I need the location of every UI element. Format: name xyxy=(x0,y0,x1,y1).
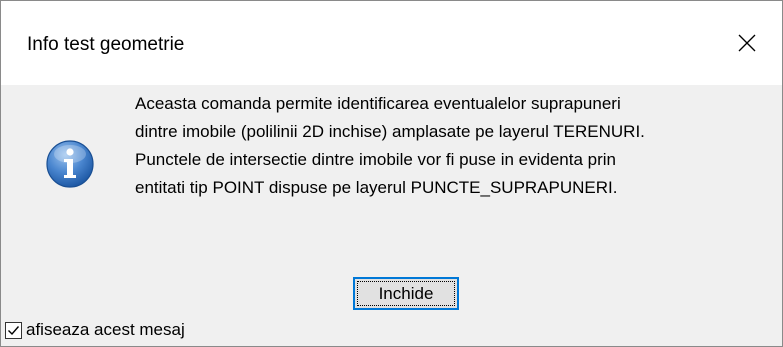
message-line: Aceasta comanda permite identificarea ev… xyxy=(135,94,621,113)
inchide-button-label: Inchide xyxy=(357,281,455,306)
close-icon xyxy=(738,34,756,52)
window-title: Info test geometrie xyxy=(27,34,185,55)
inchide-button[interactable]: Inchide xyxy=(353,277,459,310)
show-message-checkbox[interactable] xyxy=(5,321,22,339)
checkmark-icon xyxy=(8,325,20,335)
message-line: Punctele de intersectie dintre imobile v… xyxy=(135,150,616,169)
title-bar[interactable]: Info test geometrie xyxy=(1,1,782,85)
show-message-label: afiseaza acest mesaj xyxy=(26,320,185,339)
message-line: dintre imobile (polilinii 2D inchise) am… xyxy=(135,122,645,141)
show-message-checkbox-row[interactable]: afiseaza acest mesaj xyxy=(5,320,185,340)
information-icon xyxy=(45,139,95,189)
message-line: entitati tip POINT dispuse pe layerul PU… xyxy=(135,178,618,197)
dialog-window: Info test geometrie Aceasta comanda perm… xyxy=(0,0,783,347)
window-close-button[interactable] xyxy=(712,1,782,85)
message-text: Aceasta comanda permite identificarea ev… xyxy=(135,90,775,202)
